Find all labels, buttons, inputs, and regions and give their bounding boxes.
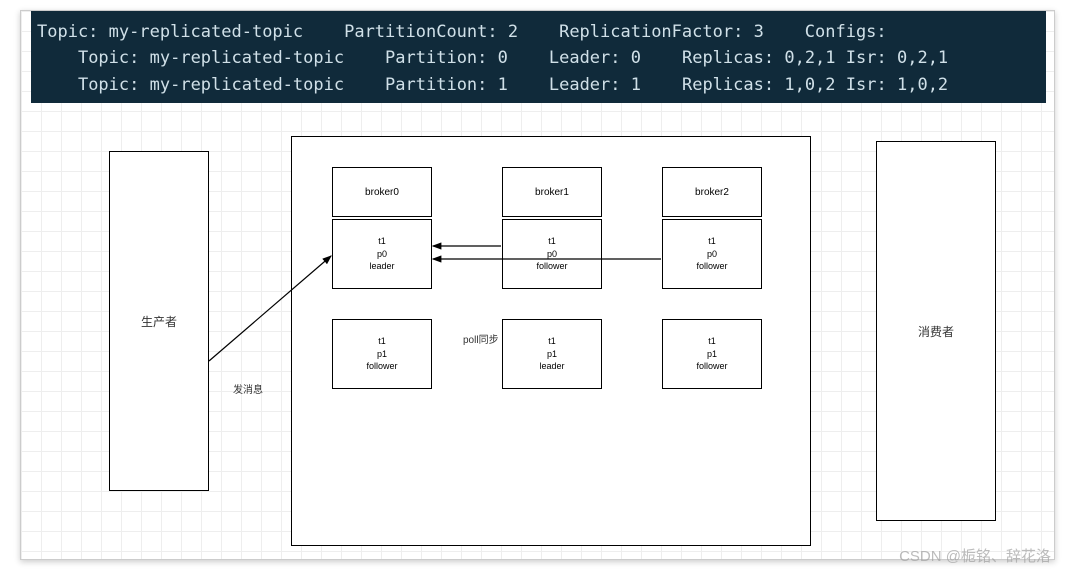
producer-label: 生产者	[141, 313, 177, 330]
term-line1: Topic: my-replicated-topic PartitionCoun…	[37, 22, 887, 42]
consumer-box: 消费者	[876, 141, 996, 521]
broker1-header: broker1	[502, 167, 602, 217]
send-message-label: 发消息	[233, 381, 263, 396]
broker1-p1: t1 p1 leader	[502, 319, 602, 389]
watermark: CSDN @栀铭、辞花洛	[899, 545, 1051, 566]
diagram-area: 生产者 broker0 t1 p0 leader t1 p1 follower …	[21, 121, 1054, 531]
term-line3: Topic: my-replicated-topic Partition: 1 …	[37, 75, 948, 95]
term-line2: Topic: my-replicated-topic Partition: 0 …	[37, 48, 948, 68]
terminal-output: Topic: my-replicated-topic PartitionCoun…	[31, 11, 1046, 103]
broker1-p0: t1 p0 follower	[502, 219, 602, 289]
broker2-column: broker2 t1 p0 follower t1 p1 follower	[662, 167, 762, 389]
producer-box: 生产者	[109, 151, 209, 491]
poll-sync-label: poll同步	[463, 331, 499, 346]
broker0-p1: t1 p1 follower	[332, 319, 432, 389]
screenshot-frame: Topic: my-replicated-topic PartitionCoun…	[20, 10, 1055, 560]
cluster-box: broker0 t1 p0 leader t1 p1 follower brok…	[291, 136, 811, 546]
broker2-header: broker2	[662, 167, 762, 217]
broker0-column: broker0 t1 p0 leader t1 p1 follower	[332, 167, 432, 389]
broker2-p1: t1 p1 follower	[662, 319, 762, 389]
broker2-p0: t1 p0 follower	[662, 219, 762, 289]
broker1-column: broker1 t1 p0 follower t1 p1 leader	[502, 167, 602, 389]
broker0-header: broker0	[332, 167, 432, 217]
consumer-label: 消费者	[918, 323, 954, 340]
broker0-p0: t1 p0 leader	[332, 219, 432, 289]
